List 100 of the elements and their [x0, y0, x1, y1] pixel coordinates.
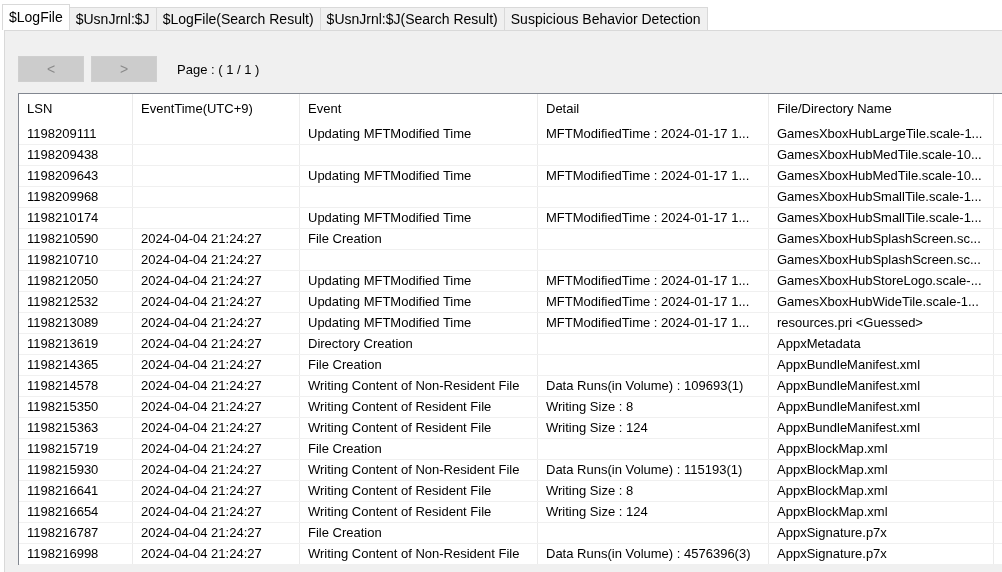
table-cell-text: 1198213619 — [26, 335, 100, 353]
table-cell-text: MFTModifiedTime : 2024-01-17 1... — [545, 209, 751, 227]
table-cell-text: GamesXboxHubSplashScreen.sc... — [776, 251, 982, 269]
table-cell-text: 2024-04-04 21:24:27 — [140, 482, 263, 500]
table-cell-text: Writing Size : 8 — [545, 482, 635, 500]
table-cell-text: 1198215719 — [26, 440, 100, 458]
table-cell-text: File Creation — [307, 230, 383, 248]
table-cell-text: 1198212050 — [26, 272, 100, 290]
table-cell-text: 1198215350 — [26, 398, 100, 416]
table-cell-text: 1198209438 — [26, 146, 100, 164]
table-cell-text: File Creation — [307, 356, 383, 374]
table-cell-text: Updating MFTModified Time — [307, 209, 473, 227]
table-cell-text: Writing Content of Resident File — [307, 482, 493, 500]
table-cell-text: AppxBlockMap.xml — [776, 461, 889, 479]
table-cell-text: MFTModifiedTime : 2024-01-17 1... — [545, 293, 751, 311]
table-cell-text: MFTModifiedTime : 2024-01-17 1... — [545, 167, 751, 185]
table-cell-text: 1198209968 — [26, 188, 100, 206]
table-cell-text: GamesXboxHubMedTile.scale-10... — [776, 146, 983, 164]
tab[interactable]: $LogFile(Search Result) — [155, 7, 321, 30]
table-cell-text: AppxMetadata — [776, 335, 862, 353]
tab[interactable]: Suspicious Behavior Detection — [503, 7, 708, 30]
table-cell-text: 1198215363 — [26, 419, 100, 437]
table-cell-text: 2024-04-04 21:24:27 — [140, 293, 263, 311]
table-cell-text: GamesXboxHubLargeTile.scale-1... — [776, 125, 984, 143]
table-cell-text: Updating MFTModified Time — [307, 314, 473, 332]
table-cell-text: Writing Content of Resident File — [307, 398, 493, 416]
table-cell-text: Writing Content of Resident File — [307, 503, 493, 521]
table-cell-text: 1198216641 — [26, 482, 100, 500]
table-cell-text: Writing Content of Non-Resident File — [307, 461, 521, 479]
column-header[interactable]: Event — [300, 94, 538, 123]
table-cell-text: MFTModifiedTime : 2024-01-17 1... — [545, 272, 751, 290]
table-cell-text: GamesXboxHubWideTile.scale-1... — [776, 293, 980, 311]
table-cell-text: resources.pri <Guessed> — [776, 314, 924, 332]
table-cell-text: 2024-04-04 21:24:27 — [140, 503, 263, 521]
table-cell-text: 2024-04-04 21:24:27 — [140, 440, 263, 458]
column-header[interactable]: LSN — [19, 94, 133, 123]
table-cell-text: 1198209111 — [26, 125, 98, 143]
table-cell-text: 2024-04-04 21:24:27 — [140, 272, 263, 290]
table-cell-text: AppxBundleManifest.xml — [776, 419, 922, 437]
table-cell-text: GamesXboxHubSmallTile.scale-1... — [776, 209, 983, 227]
table-cell-text: AppxBundleManifest.xml — [776, 356, 922, 374]
table-cell-text: AppxSignature.p7x — [776, 545, 888, 563]
table-cell-text: 1198216654 — [26, 503, 100, 521]
table-cell-text: Data Runs(in Volume) : 115193(1) — [545, 461, 744, 479]
table-cell-text: MFTModifiedTime : 2024-01-17 1... — [545, 314, 751, 332]
table-cell-text: AppxBlockMap.xml — [776, 482, 889, 500]
table-cell-text: 1198210590 — [26, 230, 100, 248]
column-header[interactable]: EventTime(UTC+9) — [133, 94, 300, 123]
table-cell-text: Writing Content of Non-Resident File — [307, 377, 521, 395]
table-cell-text: 2024-04-04 21:24:27 — [140, 398, 263, 416]
table-cell-text: 1198216998 — [26, 545, 100, 563]
column-header[interactable]: Detail — [538, 94, 769, 123]
table-cell-text: 2024-04-04 21:24:27 — [140, 524, 263, 542]
table-cell-text: Updating MFTModified Time — [307, 272, 473, 290]
table-cell-text: 1198210710 — [26, 251, 100, 269]
table-cell-text: 2024-04-04 21:24:27 — [140, 356, 263, 374]
table-cell-text: 1198214365 — [26, 356, 100, 374]
column-header[interactable]: File/Directory Name — [769, 94, 994, 123]
table-cell-text: 2024-04-04 21:24:27 — [140, 251, 263, 269]
table-cell-text: Writing Size : 124 — [545, 419, 649, 437]
table-cell-text: Updating MFTModified Time — [307, 293, 473, 311]
page-indicator: Page : ( 1 / 1 ) — [177, 61, 260, 77]
table-cell-text: 2024-04-04 21:24:27 — [140, 377, 263, 395]
table-cell-text: GamesXboxHubStoreLogo.scale-... — [776, 272, 983, 290]
table-cell-text: Data Runs(in Volume) : 109693(1) — [545, 377, 745, 395]
table-cell-text: GamesXboxHubSmallTile.scale-1... — [776, 188, 983, 206]
table-cell-text: 2024-04-04 21:24:27 — [140, 314, 263, 332]
table-cell-text: 1198215930 — [26, 461, 100, 479]
table-cell-text: 1198210174 — [26, 209, 100, 227]
table-cell-text: 1198212532 — [26, 293, 100, 311]
table-cell-text: 1198214578 — [26, 377, 100, 395]
table-cell-text: 2024-04-04 21:24:27 — [140, 419, 263, 437]
table-cell-text: Writing Content of Non-Resident File — [307, 545, 521, 563]
table-cell-text: Updating MFTModified Time — [307, 167, 473, 185]
table-cell-text: Updating MFTModified Time — [307, 125, 473, 143]
table-cell-text: AppxBlockMap.xml — [776, 440, 889, 458]
table-cell-text: Writing Size : 8 — [545, 398, 635, 416]
table-cell-text: 2024-04-04 21:24:27 — [140, 461, 263, 479]
table-cell-text: AppxSignature.p7x — [776, 524, 888, 542]
table-cell-text: File Creation — [307, 440, 383, 458]
table-cell-text: GamesXboxHubSplashScreen.sc... — [776, 230, 982, 248]
table-cell-text: Directory Creation — [307, 335, 414, 353]
table-cell-text: GamesXboxHubMedTile.scale-10... — [776, 167, 983, 185]
tab[interactable]: $UsnJrnl:$J — [68, 7, 157, 30]
table-cell-text: 1198216787 — [26, 524, 100, 542]
table-cell-text: 1198209643 — [26, 167, 100, 185]
table-cell-text: 1198213089 — [26, 314, 100, 332]
table-cell-text: MFTModifiedTime : 2024-01-17 1... — [545, 125, 751, 143]
table-cell-text: 2024-04-04 21:24:27 — [140, 545, 263, 563]
table-cell-text: AppxBlockMap.xml — [776, 503, 889, 521]
table-cell-text: Writing Size : 124 — [545, 503, 649, 521]
table-cell-text: Writing Content of Resident File — [307, 419, 493, 437]
table-cell-text: 2024-04-04 21:24:27 — [140, 230, 263, 248]
table-cell-text: AppxBundleManifest.xml — [776, 377, 922, 395]
table-cell-text: 2024-04-04 21:24:27 — [140, 335, 263, 353]
table-cell-text: AppxBundleManifest.xml — [776, 398, 922, 416]
tab[interactable]: $UsnJrnl:$J(Search Result) — [319, 7, 505, 30]
tab[interactable]: $LogFile — [2, 4, 70, 30]
table-cell-text: Data Runs(in Volume) : 4576396(3) — [545, 545, 752, 563]
table-cell-text: File Creation — [307, 524, 383, 542]
